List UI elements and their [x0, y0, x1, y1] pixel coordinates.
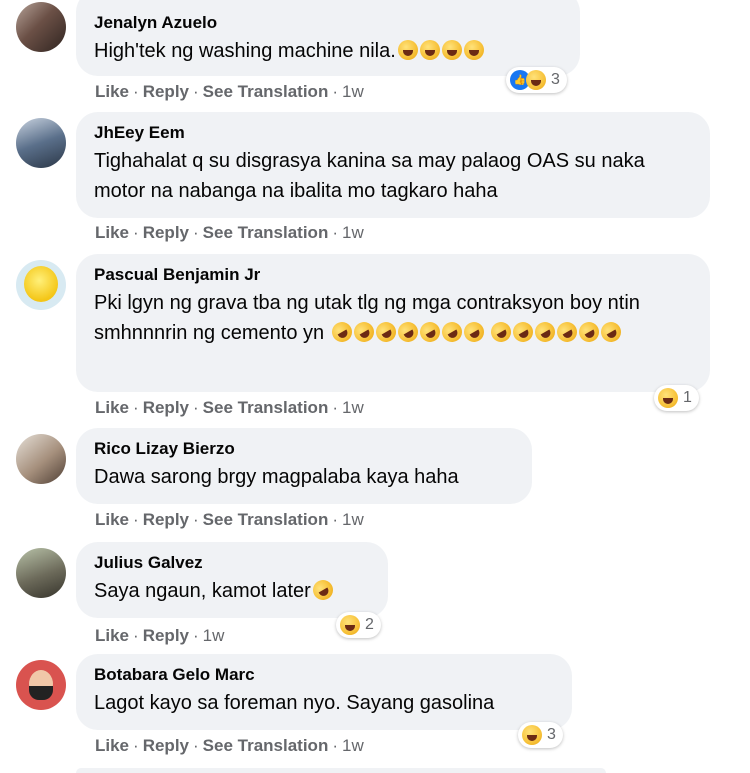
reaction-summary[interactable]: 3: [506, 67, 567, 93]
reaction-summary[interactable]: 3: [518, 722, 563, 748]
reply-link[interactable]: Reply: [143, 626, 189, 645]
comment-text: Lagot kayo sa foreman nyo. Sayang gasoli…: [94, 692, 495, 714]
comment-bubble: Julius Galvez Saya ngaun, kamot later: [76, 542, 388, 618]
reply-link[interactable]: Reply: [143, 398, 189, 417]
haha-reaction-icon: [340, 615, 360, 635]
like-link[interactable]: Like: [95, 82, 129, 101]
avatar[interactable]: [16, 434, 66, 484]
comment-text: Saya ngaun, kamot later: [94, 576, 370, 606]
haha-emoji-icon: [397, 40, 418, 60]
comment-text: Dawa sarong brgy magpalaba kaya haha: [94, 466, 459, 488]
avatar[interactable]: [16, 260, 66, 310]
haha-reaction-icon: [526, 70, 546, 90]
rolling-laughing-emoji-icon: [328, 318, 356, 346]
avatar[interactable]: [16, 118, 66, 168]
comment-author[interactable]: JhEey Eem: [94, 122, 692, 144]
reply-link[interactable]: Reply: [143, 82, 189, 101]
timestamp[interactable]: 1w: [342, 223, 364, 242]
rolling-laughing-emoji-icon: [350, 318, 378, 346]
reaction-count: 1: [683, 389, 692, 406]
timestamp[interactable]: 1w: [342, 82, 364, 101]
rolling-laughing-emoji-icon: [309, 576, 337, 604]
like-link[interactable]: Like: [95, 626, 129, 645]
timestamp[interactable]: 1w: [342, 510, 364, 529]
avatar[interactable]: [16, 660, 66, 710]
comment-text: Pki lgyn ng grava tba ng utak tlg ng mga…: [94, 292, 640, 346]
reaction-count: 2: [365, 616, 374, 633]
comment-bubble: JhEey Eem Tighahalat q su disgrasya kani…: [76, 112, 710, 218]
rolling-laughing-emoji-icon: [487, 318, 515, 346]
timestamp[interactable]: 1w: [342, 736, 364, 755]
rolling-laughing-emoji-icon: [597, 318, 625, 346]
reaction-summary[interactable]: 2: [336, 612, 381, 638]
rolling-laughing-emoji-icon: [575, 318, 603, 346]
timestamp[interactable]: 1w: [203, 626, 225, 645]
reaction-count: 3: [551, 71, 560, 88]
see-translation-link[interactable]: See Translation: [203, 82, 329, 101]
comment-actions: Like · Reply · See Translation · 1w: [95, 82, 364, 101]
rolling-laughing-emoji-icon: [460, 318, 488, 346]
like-link[interactable]: Like: [95, 398, 129, 417]
haha-emoji-icon: [463, 40, 484, 60]
rolling-laughing-emoji-icon: [394, 318, 422, 346]
like-link[interactable]: Like: [95, 510, 129, 529]
comment-author[interactable]: Jenalyn Azuelo: [94, 12, 562, 34]
comment-bubble: Rico Lizay Bierzo Dawa sarong brgy magpa…: [76, 428, 532, 504]
rolling-laughing-emoji-icon: [372, 318, 400, 346]
comment-bubble: Pascual Benjamin Jr Pki lgyn ng grava tb…: [76, 254, 710, 392]
rolling-laughing-emoji-icon: [438, 318, 466, 346]
next-comment-partial: [76, 768, 606, 773]
haha-emoji-icon: [419, 40, 440, 60]
comment-author[interactable]: Rico Lizay Bierzo: [94, 438, 514, 460]
comment-actions: Like · Reply · 1w: [95, 626, 225, 645]
comment-text: High'tek ng washing machine nila.: [94, 36, 562, 66]
see-translation-link[interactable]: See Translation: [203, 398, 329, 417]
see-translation-link[interactable]: See Translation: [203, 223, 329, 242]
rolling-laughing-emoji-icon: [416, 318, 444, 346]
comment-text: Tighahalat q su disgrasya kanina sa may …: [94, 150, 645, 202]
avatar[interactable]: [16, 548, 66, 598]
rolling-laughing-emoji-icon: [509, 318, 537, 346]
comment-actions: Like · Reply · See Translation · 1w: [95, 398, 364, 417]
timestamp[interactable]: 1w: [342, 398, 364, 417]
see-translation-link[interactable]: See Translation: [203, 736, 329, 755]
reaction-count: 3: [547, 726, 556, 743]
rolling-laughing-emoji-icon: [553, 318, 581, 346]
reply-link[interactable]: Reply: [143, 736, 189, 755]
haha-reaction-icon: [658, 388, 678, 408]
comment-author[interactable]: Botabara Gelo Marc: [94, 664, 554, 686]
comment-actions: Like · Reply · See Translation · 1w: [95, 510, 364, 529]
like-link[interactable]: Like: [95, 223, 129, 242]
rolling-laughing-emoji-icon: [531, 318, 559, 346]
see-translation-link[interactable]: See Translation: [203, 510, 329, 529]
reply-link[interactable]: Reply: [143, 510, 189, 529]
like-link[interactable]: Like: [95, 736, 129, 755]
comment-actions: Like · Reply · See Translation · 1w: [95, 223, 364, 242]
comment-author[interactable]: Pascual Benjamin Jr: [94, 264, 692, 286]
comment-author[interactable]: Julius Galvez: [94, 552, 370, 574]
avatar[interactable]: [16, 2, 66, 52]
haha-reaction-icon: [522, 725, 542, 745]
comment-bubble: Jenalyn Azuelo High'tek ng washing machi…: [76, 0, 580, 76]
reply-link[interactable]: Reply: [143, 223, 189, 242]
comment-bubble: Botabara Gelo Marc Lagot kayo sa foreman…: [76, 654, 572, 730]
haha-emoji-icon: [441, 40, 462, 60]
comment-actions: Like · Reply · See Translation · 1w: [95, 736, 364, 755]
reaction-summary[interactable]: 1: [654, 385, 699, 411]
